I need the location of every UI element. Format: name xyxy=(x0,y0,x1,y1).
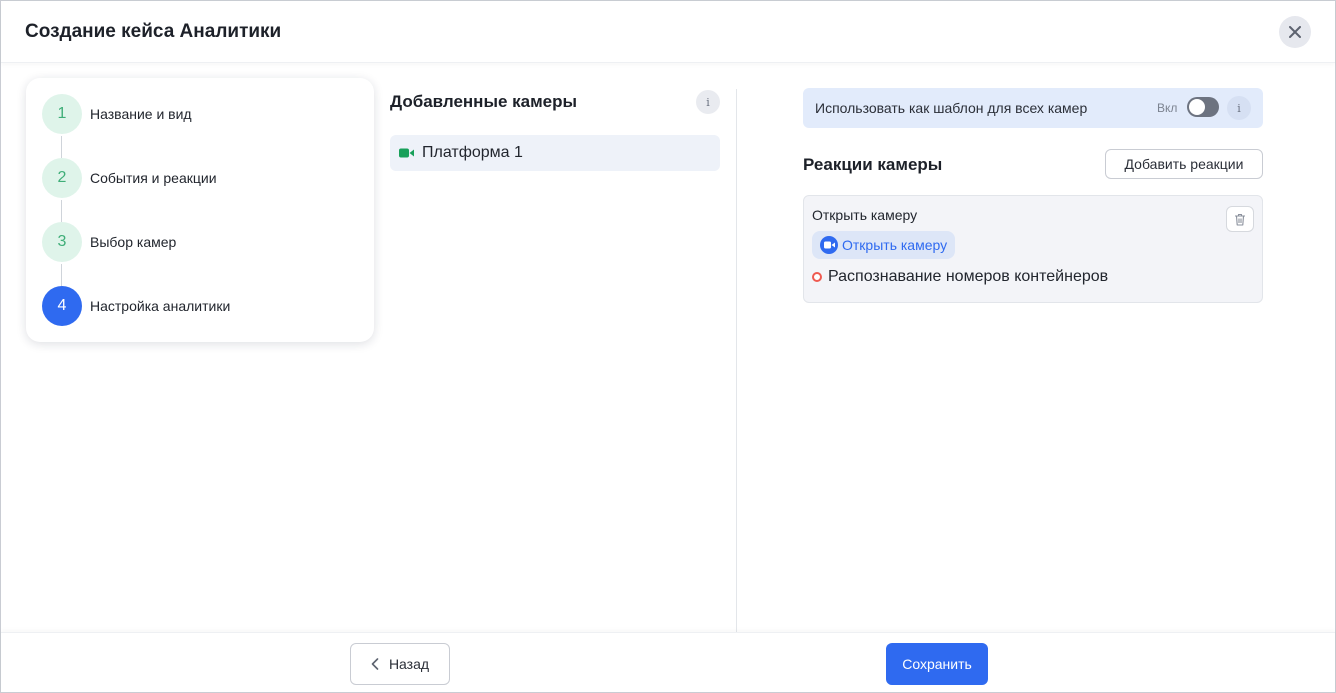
back-label: Назад xyxy=(388,656,430,672)
step-number: 2 xyxy=(42,158,82,198)
step-item-1[interactable]: 1 Название и вид xyxy=(42,94,192,134)
step-number: 3 xyxy=(42,222,82,262)
step-number: 1 xyxy=(42,94,82,134)
step-label: События и реакции xyxy=(90,170,217,186)
circle-icon xyxy=(812,272,822,282)
added-cameras-title: Добавленные камеры xyxy=(390,92,578,111)
save-button[interactable]: Сохранить xyxy=(886,643,988,685)
steps-panel: 1 Название и вид 2 События и реакции 3 В… xyxy=(26,78,374,342)
toggle-knob xyxy=(1189,99,1205,115)
event-row: Распознавание номеров контейнеров xyxy=(812,268,1108,286)
step-item-4[interactable]: 4 Настройка аналитики xyxy=(42,286,230,326)
close-icon xyxy=(1289,26,1301,38)
step-item-3[interactable]: 3 Выбор камер xyxy=(42,222,176,262)
template-bar: Использовать как шаблон для всех камер В… xyxy=(803,88,1263,128)
reaction-name: Открыть камеру xyxy=(812,207,918,223)
reaction-card: Открыть камеру Открыть камеру Распознава… xyxy=(803,195,1263,303)
step-number: 4 xyxy=(42,286,82,326)
step-item-2[interactable]: 2 События и реакции xyxy=(42,158,217,198)
info-icon[interactable]: i xyxy=(696,90,720,114)
chevron-left-icon xyxy=(371,658,379,670)
dialog-header: Создание кейса Аналитики xyxy=(1,1,1335,63)
chip-label: Открыть камеру xyxy=(842,237,948,253)
camera-reactions-title: Реакции камеры xyxy=(803,155,943,174)
delete-reaction-button[interactable] xyxy=(1226,206,1254,232)
dialog-footer: Назад Сохранить xyxy=(1,632,1335,693)
video-camera-icon xyxy=(820,236,838,254)
step-label: Настройка аналитики xyxy=(90,298,231,314)
step-connector xyxy=(61,136,62,158)
back-button[interactable]: Назад xyxy=(350,643,450,685)
reaction-chip[interactable]: Открыть камеру xyxy=(812,231,956,259)
dialog-window: Создание кейса Аналитики 1 Название и ви… xyxy=(0,0,1336,693)
camera-name: Платформа 1 xyxy=(422,144,523,161)
step-label: Название и вид xyxy=(90,106,192,122)
event-label: Распознавание номеров контейнеров xyxy=(828,268,1109,285)
info-icon[interactable]: i xyxy=(1227,96,1251,120)
video-camera-icon xyxy=(399,148,414,158)
step-connector xyxy=(61,200,62,222)
step-connector xyxy=(61,264,62,286)
close-button[interactable] xyxy=(1279,16,1311,48)
dialog-title: Создание кейса Аналитики xyxy=(25,21,282,42)
template-text: Использовать как шаблон для всех камер xyxy=(815,100,1088,116)
camera-list-item[interactable]: Платформа 1 xyxy=(390,135,720,171)
toggle-label: Вкл xyxy=(1157,101,1178,115)
trash-icon xyxy=(1235,213,1245,226)
column-divider xyxy=(736,89,737,632)
template-toggle[interactable] xyxy=(1187,97,1219,117)
step-label: Выбор камер xyxy=(90,234,177,250)
add-reactions-button[interactable]: Добавить реакции xyxy=(1105,149,1263,179)
